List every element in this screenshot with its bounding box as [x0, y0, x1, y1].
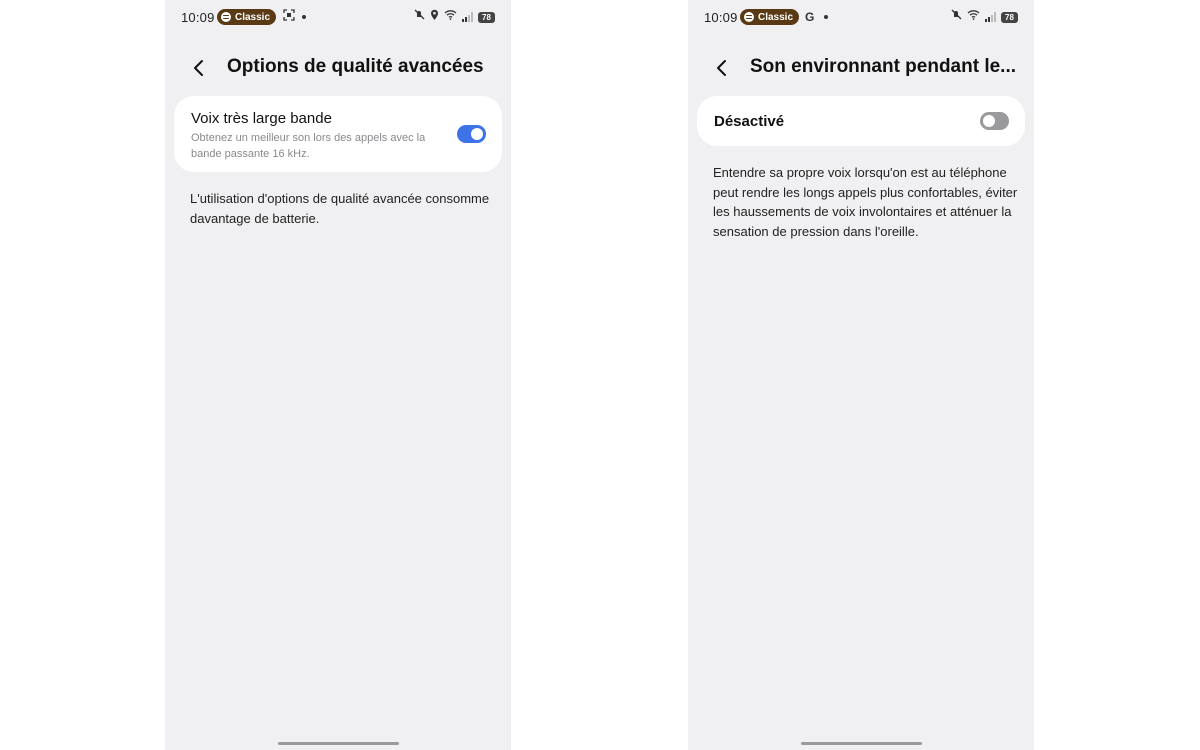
media-pill-label: Classic	[758, 11, 794, 23]
setting-subtitle: Obtenez un meilleur son lors des appels …	[191, 132, 426, 160]
description-text: L'utilisation d'options de qualité avanc…	[190, 191, 490, 226]
media-pill[interactable]: Classic	[217, 9, 277, 25]
left-screen: 10:09 Classic 78 Options de qualité avan…	[165, 0, 511, 750]
ambient-sound-toggle[interactable]	[980, 112, 1009, 130]
right-screen: 10:09 Classic G 78 Son environnant penda…	[688, 0, 1034, 750]
back-button[interactable]	[708, 54, 736, 82]
home-indicator[interactable]	[801, 742, 922, 745]
spotify-icon	[744, 12, 754, 22]
location-icon	[430, 9, 439, 25]
setting-title: Voix très large bande	[191, 110, 332, 127]
system-icons: 78	[951, 9, 1018, 25]
system-icons: 78	[414, 9, 495, 25]
status-time: 10:09	[181, 10, 215, 25]
wifi-icon	[444, 9, 457, 25]
wideband-voice-setting[interactable]: Voix très large bande Obtenez un meilleu…	[174, 96, 502, 172]
status-bar: 10:09 Classic 78	[165, 0, 511, 34]
status-time: 10:09	[704, 10, 738, 25]
media-pill[interactable]: Classic	[740, 9, 800, 25]
mute-icon	[414, 9, 425, 25]
home-indicator[interactable]	[278, 742, 399, 745]
screenshot-icon	[283, 9, 295, 26]
notification-dot	[824, 15, 828, 19]
page-title: Options de qualité avancées	[227, 56, 484, 77]
toggle-knob	[471, 128, 483, 140]
wideband-voice-toggle[interactable]	[457, 125, 486, 143]
media-pill-label: Classic	[235, 11, 271, 23]
chevron-left-icon	[194, 60, 203, 76]
description-text: Entendre sa propre voix lorsqu'on est au…	[713, 165, 1018, 239]
switch-label: Désactivé	[714, 113, 785, 130]
spotify-icon	[221, 12, 231, 22]
battery-icon: 78	[478, 11, 495, 23]
notification-dot	[302, 15, 306, 19]
google-icon: G	[805, 10, 815, 24]
back-button[interactable]	[185, 54, 213, 82]
battery-icon: 78	[1001, 11, 1018, 23]
toggle-knob	[983, 115, 995, 127]
chevron-left-icon	[717, 60, 726, 76]
master-switch[interactable]: Désactivé	[697, 96, 1025, 146]
wifi-icon	[967, 9, 980, 25]
app-bar: Options de qualité avancées	[165, 50, 511, 86]
page-title: Son environnant pendant le...	[750, 56, 1017, 77]
status-bar: 10:09 Classic G 78	[688, 0, 1034, 34]
app-bar: Son environnant pendant le...	[688, 50, 1034, 86]
signal-icon	[985, 12, 996, 22]
signal-icon	[462, 12, 473, 22]
mute-icon	[951, 9, 962, 25]
